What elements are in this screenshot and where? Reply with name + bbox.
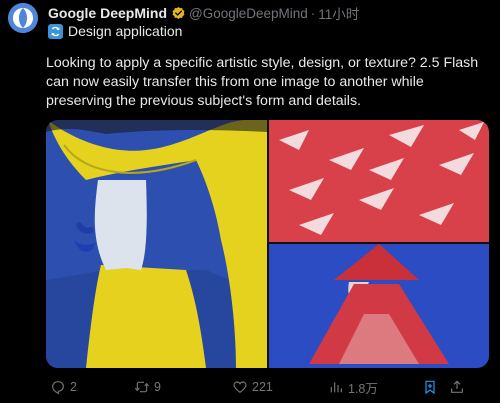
verified-badge-icon — [171, 6, 186, 21]
like-count: 221 — [252, 380, 273, 394]
media-image-cone-hat[interactable] — [269, 244, 489, 368]
share-icon — [451, 380, 463, 393]
author-handle[interactable]: @GoogleDeepMind — [189, 6, 308, 21]
retweet-count: 9 — [154, 380, 161, 394]
refresh-icon — [48, 23, 63, 39]
post-text: Looking to apply a specific artistic sty… — [46, 55, 479, 109]
view-count: 1.8万 — [348, 381, 378, 396]
views-button[interactable]: 1.8万 — [328, 376, 378, 398]
header-separator: · — [310, 5, 316, 21]
retweet-icon — [134, 381, 150, 393]
reply-count: 2 — [70, 380, 77, 394]
share-button[interactable] — [449, 376, 469, 398]
deepmind-logo-icon — [8, 3, 38, 33]
post-timestamp[interactable]: 11小时 — [318, 3, 359, 23]
like-button[interactable]: 221 — [232, 376, 273, 398]
media-image-crane-pattern[interactable] — [269, 120, 489, 242]
media-image-portrait[interactable] — [46, 120, 267, 368]
tweet-header: Google DeepMind @GoogleDeepMind · 11小时 — [48, 4, 359, 22]
subtitle-text: Design application — [68, 23, 183, 39]
post-subtitle: Design application — [48, 22, 182, 40]
bookmark-button[interactable] — [422, 376, 442, 398]
action-bar: 2 9 221 1.8万 — [46, 376, 490, 398]
retweet-button[interactable]: 9 — [134, 376, 161, 398]
avatar[interactable] — [8, 3, 38, 33]
author-name[interactable]: Google DeepMind — [48, 5, 167, 21]
media-grid — [46, 120, 489, 368]
reply-button[interactable]: 2 — [50, 376, 77, 398]
like-icon — [233, 381, 247, 394]
bookmark-icon — [425, 380, 435, 395]
reply-icon — [52, 381, 64, 395]
views-icon — [330, 382, 342, 393]
